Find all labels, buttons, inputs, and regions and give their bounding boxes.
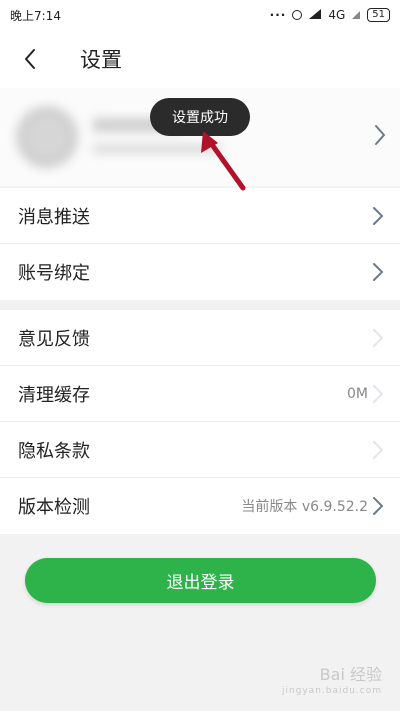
watermark: Bai 经验 jingyan.baidu.com [282,667,382,699]
row-label: 隐私条款 [18,440,90,462]
row-label: 版本检测 [18,497,90,518]
row-feedback[interactable]: 意见反馈 [0,310,400,366]
status-time: 晚上7:14 [10,8,61,23]
chevron-right-icon [372,206,384,226]
back-button[interactable] [0,30,60,88]
nav-bar: 设置 [0,30,400,88]
page-title: 设置 [80,48,122,72]
watermark-text: Bai 经验 [319,665,382,684]
chevron-right-icon [372,384,384,404]
row-label: 清理缓存 [18,384,90,406]
logout-button[interactable]: 退出登录 [25,558,376,603]
toast: 设置成功 [150,98,250,136]
status-bar: 晚上7:14 ··· 4G 51 [0,0,400,30]
back-arrow-icon [25,49,35,69]
network-type: 4G [328,8,346,22]
row-label: 账号绑定 [18,263,90,284]
signal-icon [308,8,322,23]
battery-icon: 51 [367,8,390,22]
chevron-right-icon [372,496,384,516]
profile-detail-placeholder [92,144,222,154]
chevron-right-icon [372,328,384,348]
cache-size-value: 0M [347,385,368,402]
alarm-icon [292,10,303,20]
notification-dots-icon: ··· [269,8,287,22]
row-label: 意见反馈 [18,328,90,350]
row-message-push[interactable]: 消息推送 [0,188,400,244]
settings-group-general: 意见反馈 清理缓存 0M 隐私条款 版本检测 当前版本 v6.9.52.2 [0,310,400,534]
status-icons: ··· 4G 51 [270,8,390,23]
signal-icon-2 [351,8,361,23]
avatar [16,106,78,168]
row-label: 消息推送 [18,206,90,228]
row-clear-cache[interactable]: 清理缓存 0M [0,366,400,422]
chevron-right-icon [372,262,384,282]
row-account-binding[interactable]: 账号绑定 [0,244,400,300]
watermark-subtext: jingyan.baidu.com [281,686,382,696]
chevron-right-icon [374,124,386,150]
row-version-check[interactable]: 版本检测 当前版本 v6.9.52.2 [0,478,400,534]
row-privacy-terms[interactable]: 隐私条款 [0,422,400,478]
chevron-right-icon [372,440,384,460]
settings-group-account: 消息推送 账号绑定 [0,188,400,300]
version-value: 当前版本 v6.9.52.2 [241,499,368,515]
